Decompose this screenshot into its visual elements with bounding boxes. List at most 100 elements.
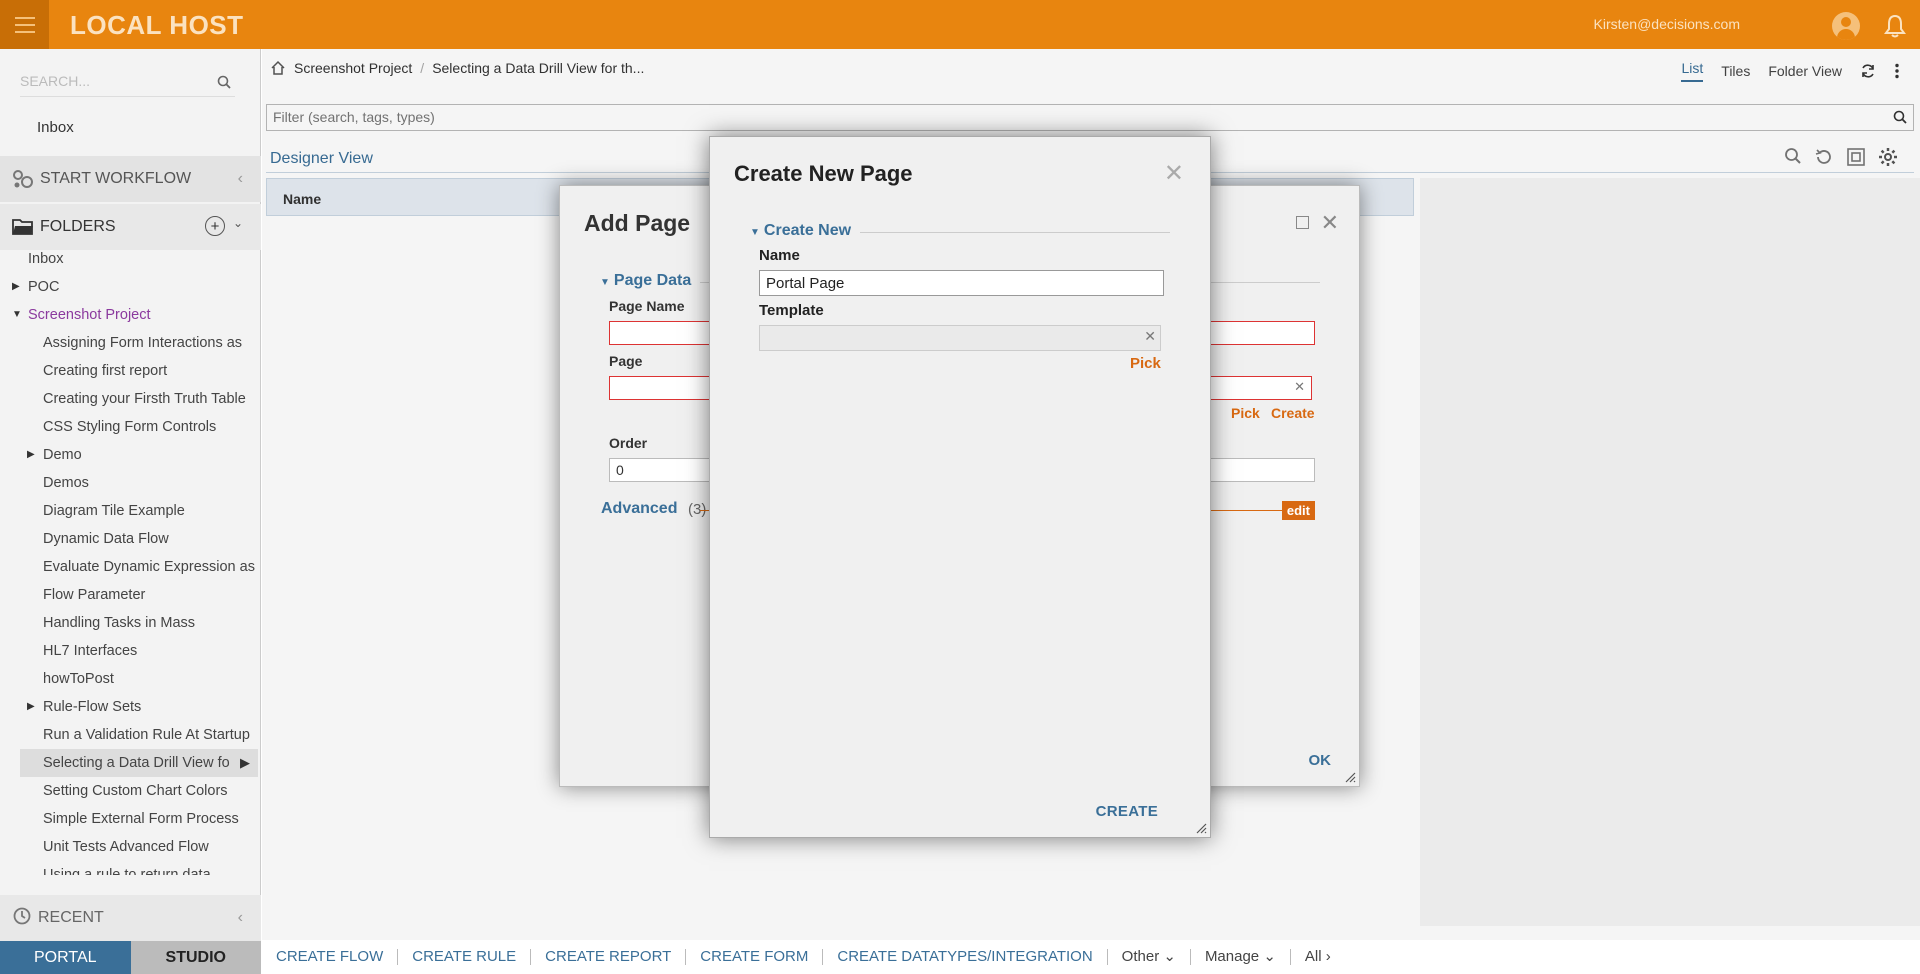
dialog-title: Create New Page (734, 161, 913, 186)
advanced-toggle[interactable]: Advanced (601, 500, 677, 518)
folder-tree-item[interactable]: Dynamic Data Flow (0, 525, 258, 553)
name-input[interactable] (759, 270, 1164, 296)
folder-tree-label: Demos (43, 475, 89, 491)
recent-section[interactable]: RECENT ‹ (0, 895, 261, 941)
folder-tree-label: Simple External Form Process (43, 811, 239, 827)
folder-tree-label: Selecting a Data Drill View fo (43, 755, 230, 771)
menu-icon[interactable] (0, 0, 49, 49)
search-icon[interactable] (217, 75, 231, 89)
portal-studio-tabs: PORTAL STUDIO (0, 941, 261, 974)
folder-tree-item[interactable]: Simple External Form Process (0, 805, 258, 833)
folder-tree-label: HL7 Interfaces (43, 643, 138, 659)
folder-tree-item[interactable]: Creating your Firsth Truth Table (0, 385, 258, 413)
folder-tree-label: Inbox (28, 251, 64, 267)
folders-section[interactable]: FOLDERS + ⌄ (0, 204, 261, 250)
tab-portal[interactable]: PORTAL (0, 941, 131, 974)
create-page-link[interactable]: Create (1271, 405, 1315, 421)
folder-tree-label: Evaluate Dynamic Expression as (43, 559, 255, 575)
chevron-left-icon[interactable]: ‹ (238, 909, 243, 927)
expand-arrow-icon[interactable]: ▶ (240, 749, 250, 777)
ok-button[interactable]: OK (1309, 752, 1332, 769)
folder-tree-item[interactable]: Evaluate Dynamic Expression as (0, 553, 258, 581)
other-label: Other (1121, 948, 1160, 965)
sidebar-inbox[interactable]: Inbox (37, 119, 74, 136)
folder-tree-item[interactable]: Handling Tasks in Mass (0, 609, 258, 637)
folder-tree-label: Handling Tasks in Mass (43, 615, 196, 631)
folder-tree-item[interactable]: ▼ Screenshot Project (0, 301, 258, 329)
caret-right-icon[interactable]: ▶ (12, 273, 20, 301)
create-flow-button[interactable]: CREATE FLOW (262, 949, 399, 965)
folder-tree-item[interactable]: Setting Custom Chart Colors (0, 777, 258, 805)
sidebar: SEARCH... Inbox START WORKFLOW ‹ FOLDERS… (0, 49, 261, 974)
caret-right-icon[interactable]: ▶ (27, 441, 35, 469)
folder-tree-label: Creating first report (43, 363, 168, 379)
sidebar-search-input[interactable]: SEARCH... (20, 73, 235, 97)
chevron-down-icon[interactable]: ⌄ (233, 216, 243, 230)
order-label: Order (609, 435, 648, 451)
folder-tree-item[interactable]: ▶ POC (0, 273, 258, 301)
folder-tree-label: Demo (43, 447, 82, 463)
resize-handle-icon[interactable] (1344, 771, 1356, 783)
folder-tree-item[interactable]: Inbox (0, 245, 258, 273)
folder-tree-item[interactable]: HL7 Interfaces (0, 637, 258, 665)
create-new-group[interactable]: ▼ Create New (750, 222, 851, 240)
other-menu[interactable]: Other ⌄ (1108, 949, 1191, 965)
page-name-label: Page Name (609, 298, 685, 314)
create-datatypes-button[interactable]: CREATE DATATYPES/INTEGRATION (823, 949, 1108, 965)
add-folder-icon[interactable]: + (205, 216, 225, 236)
template-picker-input[interactable]: ✕ (759, 325, 1161, 351)
start-workflow-section[interactable]: START WORKFLOW ‹ (0, 156, 261, 202)
manage-menu[interactable]: Manage ⌄ (1191, 949, 1291, 965)
folder-tree-label: Flow Parameter (43, 587, 146, 603)
folder-tree-item[interactable]: Selecting a Data Drill View fo ▶ (20, 749, 258, 777)
avatar[interactable] (1832, 12, 1860, 40)
folder-tree-item[interactable]: Diagram Tile Example (0, 497, 258, 525)
pick-template-link[interactable]: Pick (1130, 355, 1161, 372)
caret-right-icon[interactable]: ▶ (27, 693, 35, 721)
create-form-button[interactable]: CREATE FORM (686, 949, 824, 965)
create-rule-button[interactable]: CREATE RULE (398, 949, 532, 965)
folder-tree-label: Rule-Flow Sets (43, 699, 142, 715)
folder-tree-item[interactable]: CSS Styling Form Controls (0, 413, 258, 441)
create-button[interactable]: CREATE (1096, 803, 1158, 820)
create-report-button[interactable]: CREATE REPORT (531, 949, 687, 965)
folder-tree-item[interactable]: howToPost (0, 665, 258, 693)
resize-handle-icon[interactable] (1195, 822, 1207, 834)
name-label: Name (759, 247, 800, 264)
tab-studio[interactable]: STUDIO (130, 941, 261, 974)
folder-tree-item[interactable]: Run a Validation Rule At Startup (0, 721, 258, 749)
folder-tree-item[interactable]: Unit Tests Advanced Flow (0, 833, 258, 861)
folder-tree-item[interactable]: ▶ Rule-Flow Sets (0, 693, 258, 721)
folder-tree-label: Run a Validation Rule At Startup (43, 727, 250, 743)
history-icon (12, 906, 32, 931)
folder-tree-item[interactable]: Demos (0, 469, 258, 497)
caret-down-icon[interactable]: ▼ (12, 301, 22, 329)
pick-page-link[interactable]: Pick (1231, 405, 1260, 421)
close-icon[interactable]: ✕ (1164, 159, 1184, 188)
folder-tree-item[interactable]: Flow Parameter (0, 581, 258, 609)
close-icon[interactable]: ✕ (1321, 210, 1339, 236)
app-title: LOCAL HOST (70, 10, 244, 40)
folder-tree-item[interactable]: Using a rule to return data (0, 861, 258, 875)
folder-tree-item[interactable]: Creating first report (0, 357, 258, 385)
folder-tree: Inbox ▶ POC ▼ Screenshot Project Assigning Fo… (0, 245, 258, 875)
page-data-group-label: Page Data (613, 272, 692, 289)
folder-tree-item[interactable]: Assigning Form Interactions as (0, 329, 258, 357)
clear-icon[interactable]: ✕ (1294, 379, 1305, 395)
create-new-group-label: Create New (763, 222, 852, 239)
bottom-action-bar: CREATE FLOW CREATE RULE CREATE REPORT CR… (262, 940, 1920, 974)
edit-button[interactable]: edit (1281, 501, 1315, 520)
folders-label: FOLDERS (40, 218, 116, 235)
chevron-left-icon[interactable]: ‹ (238, 170, 243, 188)
page-label: Page (609, 353, 643, 369)
all-menu[interactable]: All › (1291, 949, 1345, 965)
dialog-title: Add Page (584, 210, 691, 236)
start-workflow-label: START WORKFLOW (40, 170, 192, 187)
bell-icon[interactable] (1884, 14, 1906, 38)
clear-icon[interactable]: ✕ (1144, 328, 1156, 345)
page-data-group[interactable]: ▼ Page Data (600, 272, 691, 290)
maximize-icon[interactable] (1296, 216, 1309, 229)
folder-tree-item[interactable]: ▶ Demo (0, 441, 258, 469)
chevron-down-icon: ⌄ (1163, 948, 1176, 965)
user-email[interactable]: Kirsten@decisions.com (1594, 16, 1741, 32)
